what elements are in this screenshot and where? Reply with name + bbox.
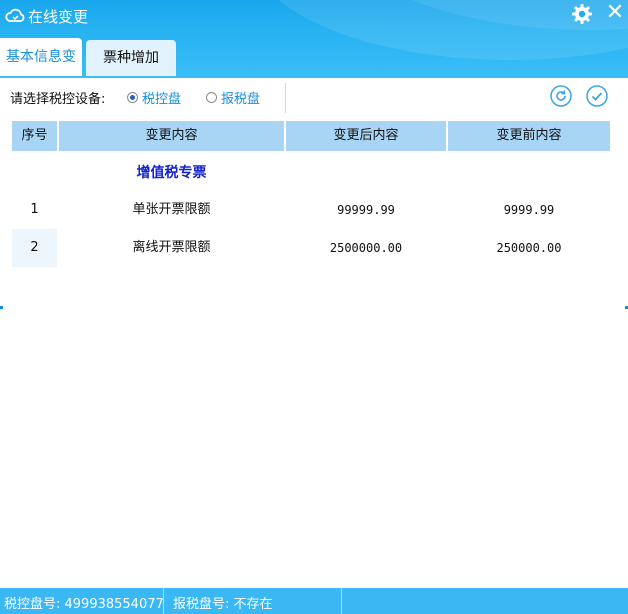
cell-content: 离线开票限额 — [132, 240, 211, 255]
gear-icon[interactable] — [571, 3, 593, 25]
check-icon[interactable] — [586, 85, 608, 107]
cell-before: 250000.00 — [496, 241, 562, 255]
device-select-label: 请选择税控设备: — [10, 92, 106, 107]
refresh-icon[interactable] — [550, 85, 572, 107]
table-row[interactable]: 2 离线开票限额 2500000.00 250000.00 — [12, 229, 612, 267]
window-edge-mark — [0, 306, 3, 309]
column-header-after: 变更后内容 — [286, 121, 446, 151]
cell-after: 2500000.00 — [329, 241, 403, 255]
radio-label: 税控盘 — [142, 92, 182, 107]
tax-disk-number: 税控盘号: 499938554077 — [4, 597, 164, 612]
tab-invoice-type-add[interactable]: 票种增加 — [86, 40, 176, 76]
cell-seq: 2 — [12, 229, 57, 267]
report-disk-number: 报税盘号: 不存在 — [173, 597, 273, 612]
toolbar-divider — [285, 83, 286, 113]
tab-basic-info-change[interactable]: 基本信息变更 — [0, 38, 82, 76]
title-bar: 在线变更 ✕ 基本信息变更 票种增加 — [0, 0, 628, 78]
radio-tax-report-disk[interactable]: 报税盘 — [206, 88, 260, 107]
cell-after: 99999.99 — [337, 203, 395, 217]
radio-button[interactable] — [206, 92, 217, 103]
cell-before: 9999.99 — [503, 203, 555, 217]
table-row[interactable]: 1 单张开票限额 99999.99 9999.99 — [12, 191, 612, 229]
status-bar: 税控盘号: 499938554077 报税盘号: 不存在 — [0, 588, 628, 614]
cell-content: 单张开票限额 — [132, 202, 211, 217]
status-divider — [341, 588, 342, 614]
column-header-seq: 序号 — [12, 121, 57, 151]
column-header-before: 变更前内容 — [448, 121, 610, 151]
status-divider — [163, 588, 164, 614]
window-title: 在线变更 — [28, 8, 89, 26]
tab-label: 基本信息变更 — [6, 49, 76, 65]
cloud-app-icon — [5, 8, 25, 22]
radio-tax-control-disk[interactable]: 税控盘 — [127, 88, 181, 107]
tab-label: 票种增加 — [103, 50, 159, 66]
column-header-content: 变更内容 — [59, 121, 284, 151]
radio-label: 报税盘 — [221, 92, 261, 107]
cell-seq: 1 — [30, 202, 39, 217]
radio-button-selected[interactable] — [127, 92, 138, 103]
device-toolbar: 请选择税控设备: 税控盘 报税盘 — [0, 78, 628, 116]
close-icon[interactable]: ✕ — [604, 2, 626, 24]
group-title: 增值税专票 — [136, 165, 207, 181]
